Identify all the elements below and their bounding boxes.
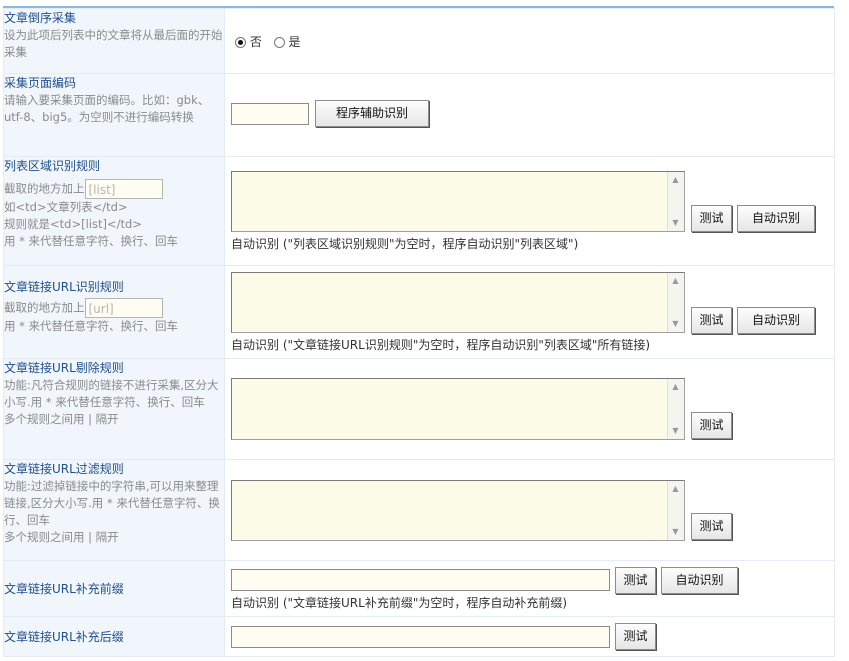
list-area-rule-textarea[interactable]: ▲ ▼: [231, 171, 685, 232]
textarea-scrollbar[interactable]: ▲ ▼: [667, 273, 684, 332]
radio-no-label: 否: [249, 35, 262, 49]
value-cell: 测试 自动识别 自动识别 ("文章链接URL补充前缀"为空时，程序自动补充前缀): [224, 560, 835, 617]
value-cell: ▲ ▼ 测试: [224, 459, 835, 561]
url-exclude-desc-2: 多个规则之间用 | 隔开: [4, 412, 119, 426]
link-url-title: 文章链接URL识别规则: [4, 280, 124, 294]
link-url-desc-line: 用 * 来代替任意字符、换行、回车: [4, 319, 179, 333]
value-cell: 测试: [224, 616, 835, 657]
label-cell: 文章链接URL补充前缀: [3, 560, 225, 617]
url-exclude-textarea[interactable]: ▲ ▼: [231, 378, 685, 440]
row-url-suffix: 文章链接URL补充后缀 测试: [3, 616, 835, 657]
value-cell: ▲ ▼ 测试 自动识别 自动识别 ("列表区域识别规则"为空时，程序自动识别"列表…: [224, 156, 835, 266]
url-filter-textarea[interactable]: ▲ ▼: [231, 480, 685, 541]
list-area-desc-prefix-line: 截取的地方加上 [list]: [4, 179, 224, 199]
encoding-title: 采集页面编码: [4, 76, 77, 90]
url-filter-title: 文章链接URL过滤规则: [4, 462, 124, 476]
row-url-prefix: 文章链接URL补充前缀 测试 自动识别 自动识别 ("文章链接URL补充前缀"为…: [3, 560, 835, 617]
link-url-auto-detect-button[interactable]: 自动识别: [737, 307, 815, 334]
row-url-exclude: 文章链接URL剔除规则 功能:凡符合规则的链接不进行采集,区分大小写.用 * 来…: [3, 358, 835, 460]
list-placeholder-box: [list]: [84, 179, 163, 199]
link-url-desc-prefix: 截取的地方加上: [4, 300, 85, 315]
url-prefix-input[interactable]: [231, 569, 610, 591]
list-area-desc-line: 用 * 来代替任意字符、换行、回车: [4, 234, 179, 248]
row-link-url: 文章链接URL识别规则 截取的地方加上 [url] 用 * 来代替任意字符、换行、…: [3, 265, 835, 359]
assist-detect-button[interactable]: 程序辅助识别: [315, 100, 429, 127]
url-exclude-desc: 功能:凡符合规则的链接不进行采集,区分大小写.用 * 来代替任意字符、换行、回车: [4, 378, 219, 409]
url-exclude-title: 文章链接URL剔除规则: [4, 361, 124, 375]
label-cell: 列表区域识别规则 截取的地方加上 [list] 如<td>文章列表</td> 规则…: [3, 156, 225, 266]
link-url-test-button[interactable]: 测试: [691, 307, 732, 334]
reverse-collect-title: 文章倒序采集: [4, 11, 77, 25]
encoding-desc: 请输入要采集页面的编码。比如：gbk、utf-8、big5。为空则不进行编码转换: [4, 93, 210, 124]
radio-yes[interactable]: [273, 37, 285, 48]
label-cell: 文章链接URL补充后缀: [3, 616, 225, 657]
url-suffix-title: 文章链接URL补充后缀: [4, 629, 124, 644]
list-area-title: 列表区域识别规则: [4, 159, 101, 173]
value-cell: 程序辅助识别: [224, 73, 835, 157]
link-url-desc-prefix-line: 截取的地方加上 [url]: [4, 298, 224, 318]
label-cell: 文章链接URL剔除规则 功能:凡符合规则的链接不进行采集,区分大小写.用 * 来…: [3, 358, 225, 460]
url-prefix-hint: 自动识别 ("文章链接URL补充前缀"为空时，程序自动补充前缀): [231, 596, 568, 610]
radio-no[interactable]: [235, 37, 246, 48]
value-cell: 否 是: [224, 8, 835, 74]
url-placeholder-box: [url]: [84, 298, 163, 318]
label-cell: 采集页面编码 请输入要采集页面的编码。比如：gbk、utf-8、big5。为空则…: [3, 73, 225, 157]
textarea-scrollbar[interactable]: ▲ ▼: [667, 481, 684, 540]
row-reverse-collect: 文章倒序采集 设为此项后列表中的文章将从最后面的开始采集 否 是: [3, 8, 835, 74]
label-cell: 文章链接URL识别规则 截取的地方加上 [url] 用 * 来代替任意字符、换行、…: [3, 265, 225, 359]
list-area-desc-line: 规则就是<td>[list]</td>: [4, 217, 142, 231]
url-suffix-test-button[interactable]: 测试: [615, 623, 656, 650]
reverse-collect-desc: 设为此项后列表中的文章将从最后面的开始采集: [4, 28, 223, 59]
list-area-desc-prefix: 截取的地方加上: [4, 181, 85, 196]
collect-settings-table: 文章倒序采集 设为此项后列表中的文章将从最后面的开始采集 否 是 采集页面编码 …: [3, 8, 835, 657]
url-filter-test-button[interactable]: 测试: [691, 513, 732, 540]
url-prefix-auto-detect-button[interactable]: 自动识别: [661, 567, 738, 594]
radio-yes-label: 是: [288, 35, 301, 49]
textarea-scrollbar[interactable]: ▲ ▼: [667, 379, 684, 439]
url-exclude-test-button[interactable]: 测试: [691, 412, 732, 439]
value-cell: ▲ ▼ 测试: [224, 358, 835, 460]
row-encoding: 采集页面编码 请输入要采集页面的编码。比如：gbk、utf-8、big5。为空则…: [3, 73, 835, 157]
label-cell: 文章倒序采集 设为此项后列表中的文章将从最后面的开始采集: [3, 8, 225, 74]
url-prefix-title: 文章链接URL补充前缀: [4, 581, 124, 596]
url-suffix-input[interactable]: [231, 626, 610, 648]
list-area-hint: 自动识别 ("列表区域识别规则"为空时，程序自动识别"列表区域"): [231, 237, 579, 251]
row-url-filter: 文章链接URL过滤规则 功能:过滤掉链接中的字符串,可以用来整理链接,区分大小写…: [3, 459, 835, 561]
label-cell: 文章链接URL过滤规则 功能:过滤掉链接中的字符串,可以用来整理链接,区分大小写…: [3, 459, 225, 561]
url-filter-desc-2: 多个规则之间用 | 隔开: [4, 530, 119, 544]
value-cell: ▲ ▼ 测试 自动识别 自动识别 ("文章链接URL识别规则"为空时，程序自动识别…: [224, 265, 835, 359]
url-prefix-test-button[interactable]: 测试: [615, 567, 656, 594]
list-area-auto-detect-button[interactable]: 自动识别: [737, 205, 815, 232]
list-area-test-button[interactable]: 测试: [691, 205, 732, 232]
url-filter-desc: 功能:过滤掉链接中的字符串,可以用来整理链接,区分大小写.用 * 来代替任意字符…: [4, 479, 220, 527]
link-url-hint: 自动识别 ("文章链接URL识别规则"为空时，程序自动识别"列表区域"所有链接): [231, 338, 651, 352]
list-area-desc-line: 如<td>文章列表</td>: [4, 200, 128, 214]
reverse-radio-group: 否 是: [235, 33, 301, 50]
textarea-scrollbar[interactable]: ▲ ▼: [667, 172, 684, 231]
encoding-input[interactable]: [231, 103, 309, 125]
link-url-rule-textarea[interactable]: ▲ ▼: [231, 272, 685, 333]
row-list-area: 列表区域识别规则 截取的地方加上 [list] 如<td>文章列表</td> 规则…: [3, 156, 835, 266]
